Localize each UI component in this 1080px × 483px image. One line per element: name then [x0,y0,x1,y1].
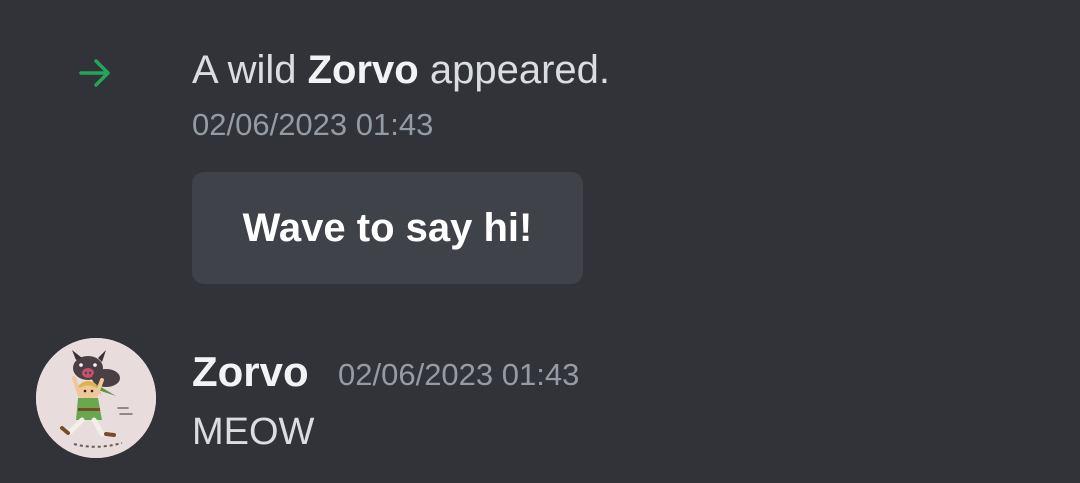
system-prefix: A wild [192,48,308,92]
system-timestamp: 02/06/2023 01:43 [192,107,434,142]
joined-username[interactable]: Zorvo [308,48,419,92]
system-suffix: appeared. [418,48,611,92]
message-timestamp: 02/06/2023 01:43 [338,357,580,392]
arrow-right-icon [79,59,110,87]
message-content: MEOW [192,411,315,453]
wave-button-label: Wave to say hi! [242,205,533,250]
system-message-text: A wild Zorvo appeared. [192,44,610,96]
user-avatar-icon[interactable] [36,338,156,458]
message-username[interactable]: Zorvo [192,346,309,398]
wave-button[interactable]: Wave to say hi! [192,172,583,284]
